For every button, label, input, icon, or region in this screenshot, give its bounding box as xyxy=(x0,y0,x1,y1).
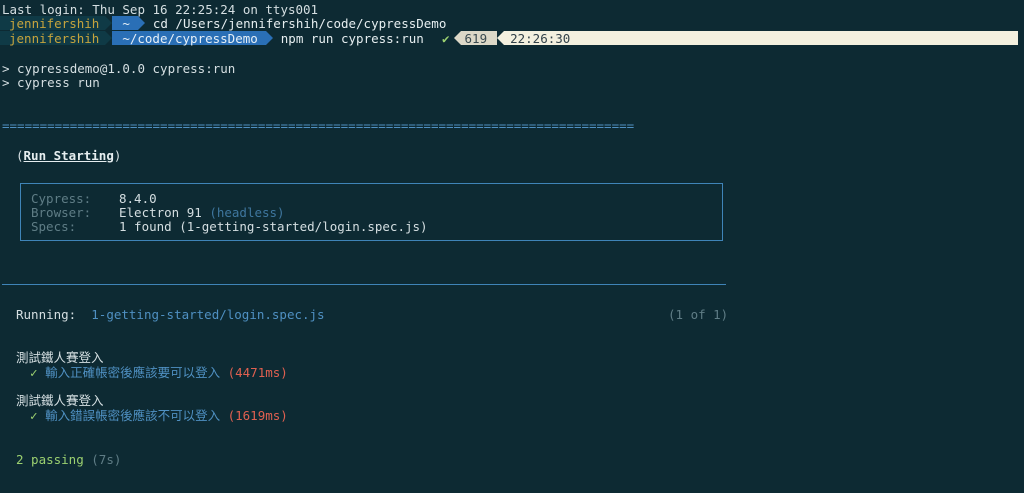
test-name: 輸入正確帳密後應該要可以登入 xyxy=(45,365,221,380)
summary-line: 2 passing (7s) xyxy=(16,452,121,467)
prompt-dir: ~ xyxy=(112,16,138,31)
right-prompt-status: ✔ 619 22:26:30 xyxy=(432,31,1019,46)
run-info-box: Cypress: 8.4.0 Browser: Electron 91 (headl… xyxy=(20,183,723,241)
info-key: Browser: xyxy=(31,205,92,220)
run-starting-heading: (Run Starting) xyxy=(16,148,121,163)
suite-title: 測試鐵人賽登入 xyxy=(16,393,104,408)
test-duration: (4471ms) xyxy=(227,365,288,380)
running-spec: 1-getting-started/login.spec.js xyxy=(91,307,325,322)
test-name: 輸入錯誤帳密後應該不可以登入 xyxy=(45,408,221,423)
passing-count: 2 passing xyxy=(16,452,84,467)
running-line: Running: 1-getting-started/login.spec.js xyxy=(16,307,325,322)
prompt-command: npm run cypress:run xyxy=(280,30,424,46)
separator-line: ========================================… xyxy=(2,118,635,133)
paren-close: ) xyxy=(113,148,122,163)
info-value: 8.4.0 xyxy=(119,191,157,206)
total-time: (7s) xyxy=(91,452,122,467)
status-arrow-icon xyxy=(497,31,505,45)
running-label: Running: xyxy=(16,307,77,322)
test-duration: (1619ms) xyxy=(227,408,288,423)
npm-command-line: > cypress run xyxy=(2,75,100,90)
prompt-user: jennifershih xyxy=(0,16,106,31)
paren-open: ( xyxy=(16,148,24,163)
npm-script-line: > cypressdemo@1.0.0 cypress:run xyxy=(2,61,236,76)
history-count: 619 xyxy=(460,31,498,46)
info-row-cypress: Cypress: 8.4.0 xyxy=(31,191,157,206)
prompt-arrow-icon xyxy=(137,16,145,30)
pass-check-icon: ✓ xyxy=(30,365,38,380)
info-value: 1 found (1-getting-started/login.spec.js… xyxy=(119,219,428,234)
prompt-arrow-icon xyxy=(265,31,273,45)
section-divider xyxy=(2,284,726,285)
prompt-line-2[interactable]: jennifershih ~/code/cypressDemo npm run … xyxy=(0,30,424,46)
info-value: Electron 91 xyxy=(119,205,202,220)
test-result-line: ✓ 輸入錯誤帳密後應該不可以登入 (1619ms) xyxy=(30,408,288,423)
prompt-user: jennifershih xyxy=(0,31,106,46)
pass-check-icon: ✓ xyxy=(30,408,38,423)
prompt-line-1: jennifershih ~ cd /Users/jennifershih/co… xyxy=(0,15,447,31)
test-result-line: ✓ 輸入正確帳密後應該要可以登入 (4471ms) xyxy=(30,365,288,380)
run-starting-label: Run Starting xyxy=(23,148,114,163)
info-row-specs: Specs: 1 found (1-getting-started/login.s… xyxy=(31,219,428,234)
running-count: (1 of 1) xyxy=(668,307,729,322)
clock-time: 22:26:30 xyxy=(504,31,1019,46)
info-row-browser: Browser: Electron 91 (headless) xyxy=(31,205,285,220)
status-arrow-icon xyxy=(453,31,461,45)
success-check-icon: ✔ xyxy=(432,31,454,46)
prompt-arrow-icon xyxy=(105,16,113,30)
suite-title: 測試鐵人賽登入 xyxy=(16,350,104,365)
prompt-command: cd /Users/jennifershih/code/cypressDemo xyxy=(152,15,447,31)
prompt-dir: ~/code/cypressDemo xyxy=(112,31,266,46)
browser-mode: (headless) xyxy=(209,205,285,220)
info-key: Cypress: xyxy=(31,191,92,206)
prompt-arrow-icon xyxy=(105,31,113,45)
info-key: Specs: xyxy=(31,219,77,234)
